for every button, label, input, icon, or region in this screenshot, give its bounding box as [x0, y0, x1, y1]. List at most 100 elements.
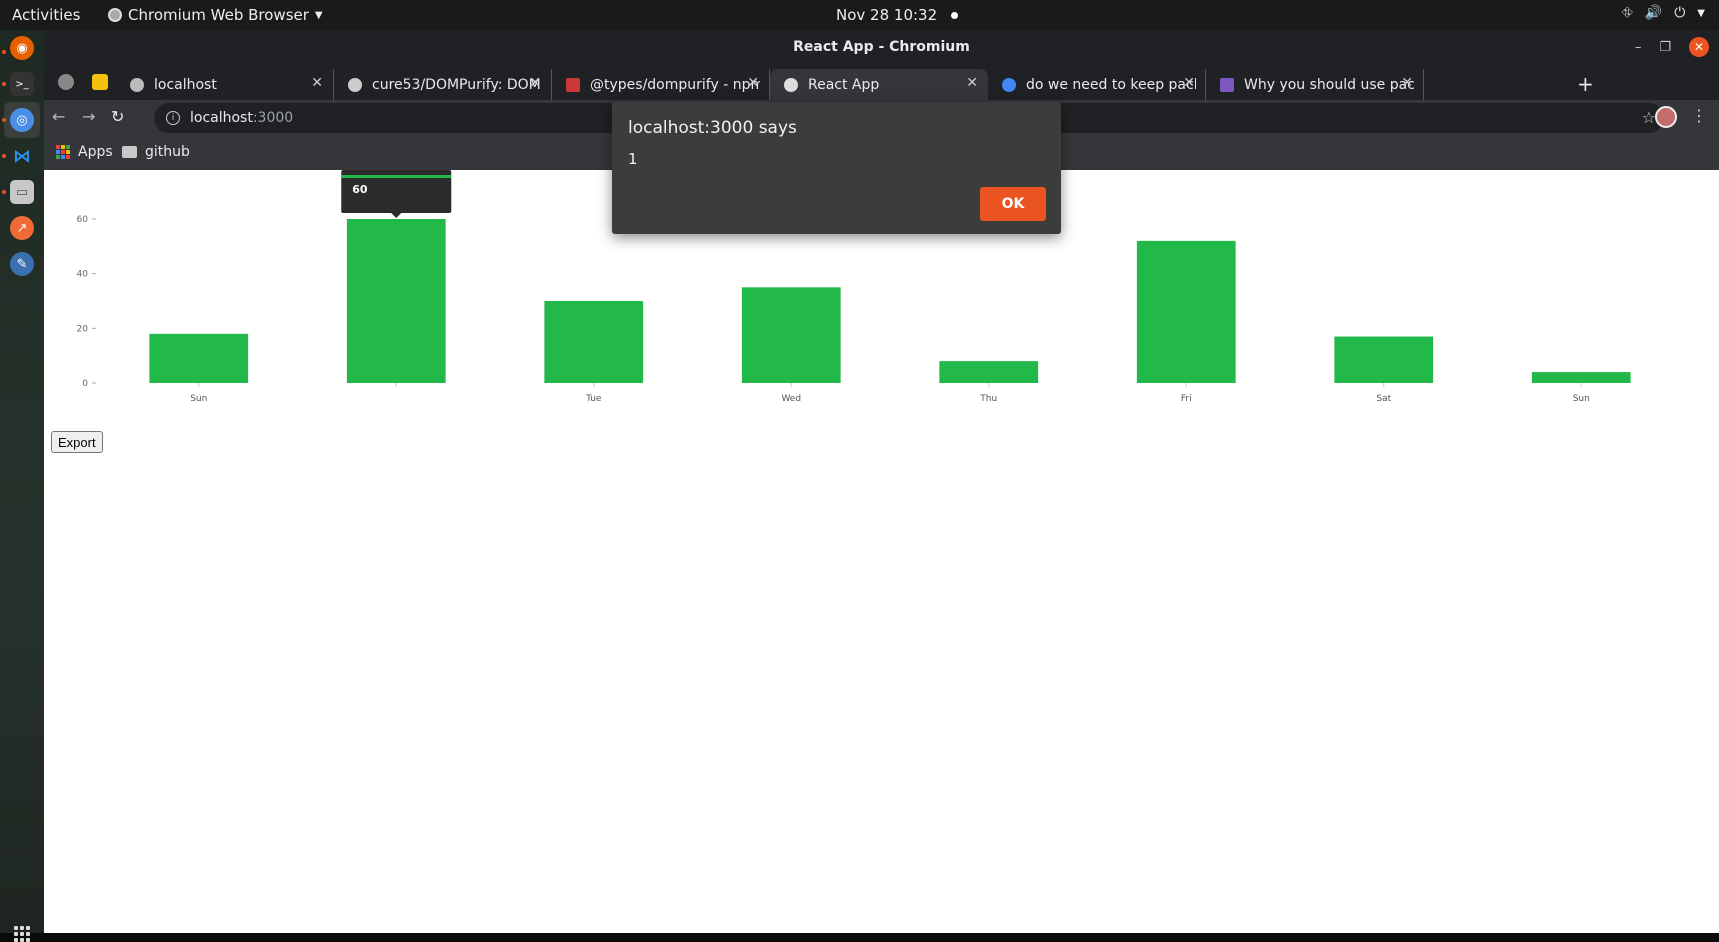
running-indicator	[2, 82, 6, 86]
y-tick-label: 40	[77, 270, 89, 280]
system-top-bar: Activities Chromium Web Browser ▼ Nov 28…	[0, 0, 1719, 30]
tab-label: Why you should use packa	[1244, 76, 1414, 93]
tab-close-icon[interactable]: ✕	[1401, 75, 1413, 91]
new-tab-button[interactable]: +	[1577, 72, 1594, 96]
tab-close-icon[interactable]: ✕	[1183, 75, 1195, 91]
x-tick-label: Tue	[585, 394, 602, 404]
x-tick-label: Thu	[979, 394, 997, 404]
x-tick-label: Wed	[781, 394, 801, 404]
tab-why-package-lock[interactable]: Why you should use packa ✕	[1206, 69, 1424, 100]
back-icon[interactable]: ←	[52, 107, 65, 126]
running-indicator	[2, 50, 6, 54]
tab-close-icon[interactable]: ✕	[747, 75, 759, 91]
app-menu[interactable]: Chromium Web Browser ▼	[108, 6, 323, 24]
activities-button[interactable]: Activities	[12, 6, 80, 24]
alert-dialog: localhost:3000 says 1 OK	[612, 102, 1061, 234]
window-controls: – ❐ ✕	[1635, 37, 1709, 57]
site-info-icon[interactable]: i	[166, 111, 180, 125]
bar	[1136, 240, 1236, 383]
dialog-title: localhost:3000 says	[628, 118, 797, 138]
bar	[939, 361, 1039, 383]
bar	[1334, 336, 1434, 383]
tab-react-app[interactable]: React App ✕	[770, 69, 988, 100]
tab-label: do we need to keep packa	[1026, 76, 1196, 93]
running-indicator	[2, 190, 6, 194]
pinned-tab-keep-icon[interactable]	[92, 74, 108, 90]
site-icon	[1220, 77, 1234, 92]
system-tray[interactable]: ⛗ 🔊 ⏻ ▼	[1622, 5, 1705, 21]
terminal-icon[interactable]: >_	[10, 72, 34, 96]
tab-close-icon[interactable]: ✕	[529, 75, 541, 91]
window-titlebar: React App - Chromium – ❐ ✕	[44, 30, 1719, 66]
tab-label: React App	[808, 76, 880, 93]
bookmark-label: github	[145, 144, 190, 160]
window-title: React App - Chromium	[793, 39, 970, 55]
url-port: :3000	[252, 110, 294, 126]
y-tick-label: 0	[82, 379, 88, 389]
volume-icon: 🔊	[1644, 5, 1663, 21]
google-icon	[1002, 77, 1016, 92]
github-icon	[348, 77, 362, 92]
forward-icon[interactable]: →	[82, 107, 95, 126]
app-icon[interactable]: ✎	[10, 252, 34, 276]
tab-close-icon[interactable]: ✕	[966, 75, 978, 91]
close-window-icon[interactable]: ✕	[1689, 37, 1709, 57]
notification-dot-icon	[951, 11, 959, 19]
tooltip-series-color	[341, 175, 452, 178]
app-menu-label: Chromium Web Browser	[128, 6, 309, 24]
folder-icon	[122, 146, 137, 158]
more-menu-icon[interactable]: ⋮	[1691, 106, 1707, 125]
bookmark-apps[interactable]: Apps	[56, 144, 113, 160]
tab-types-dompurify-npm[interactable]: @types/dompurify - npm ✕	[552, 69, 770, 100]
tab-close-icon[interactable]: ✕	[311, 75, 323, 91]
clock[interactable]: Nov 28 10:32	[836, 6, 959, 24]
x-tick-label: Sat	[1376, 394, 1391, 404]
y-tick-label: 60	[77, 215, 89, 225]
tab-strip: localhost ✕ cure53/DOMPurify: DOM ✕ @typ…	[44, 66, 1719, 100]
firefox-icon[interactable]: ◉	[10, 36, 34, 60]
globe-icon	[784, 77, 798, 92]
ok-button[interactable]: OK	[980, 187, 1046, 221]
bookmark-folder-github[interactable]: github	[122, 144, 190, 160]
y-tick-label: 20	[77, 324, 89, 334]
bar	[1531, 372, 1631, 383]
maximize-icon[interactable]: ❐	[1659, 40, 1671, 55]
reload-icon[interactable]: ↻	[111, 107, 124, 126]
x-tick-label: Sun	[1573, 394, 1590, 404]
tab-dompurify-github[interactable]: cure53/DOMPurify: DOM ✕	[334, 69, 552, 100]
vscode-icon[interactable]: ⋈	[10, 144, 34, 168]
running-indicator	[2, 118, 6, 122]
postman-icon[interactable]: ↗	[10, 216, 34, 240]
tab-favicon	[130, 77, 144, 92]
profile-avatar[interactable]	[1655, 106, 1677, 128]
dock: ◉ >_ ◎ ⋈ ▭ ↗ ✎	[0, 30, 44, 942]
dialog-message: 1	[628, 150, 638, 168]
npm-icon	[566, 77, 580, 92]
x-tick-label: Fri	[1181, 394, 1192, 404]
url-host: localhost	[190, 110, 253, 126]
bar	[149, 333, 249, 383]
bar	[741, 287, 841, 383]
show-applications-icon[interactable]	[14, 926, 30, 942]
page-content: 0 20 40 60 Sun Tue Wed Thu Fri Sat Sun 60 Export	[44, 170, 1719, 933]
files-icon[interactable]: ▭	[10, 180, 34, 204]
chevron-down-icon: ▼	[1697, 7, 1705, 19]
minimize-icon[interactable]: –	[1635, 40, 1642, 55]
running-indicator	[2, 154, 6, 158]
bar	[346, 219, 446, 383]
tab-label: cure53/DOMPurify: DOM	[372, 76, 541, 93]
power-icon: ⏻	[1674, 5, 1686, 21]
tab-google-search[interactable]: do we need to keep packa ✕	[988, 69, 1206, 100]
pinned-tab-globe-icon[interactable]	[58, 74, 74, 90]
tooltip-value: 60	[352, 183, 368, 196]
chromium-icon	[108, 8, 122, 22]
export-button[interactable]: Export	[51, 431, 103, 453]
chevron-down-icon: ▼	[314, 9, 323, 21]
chromium-dock-icon[interactable]: ◎	[10, 108, 34, 132]
bookmark-label: Apps	[78, 144, 113, 160]
apps-grid-icon	[56, 145, 70, 159]
tab-localhost[interactable]: localhost ✕	[116, 69, 334, 100]
tab-label: localhost	[154, 76, 217, 93]
bookmark-star-icon[interactable]: ☆	[1642, 108, 1656, 127]
clock-text: Nov 28 10:32	[836, 6, 938, 24]
